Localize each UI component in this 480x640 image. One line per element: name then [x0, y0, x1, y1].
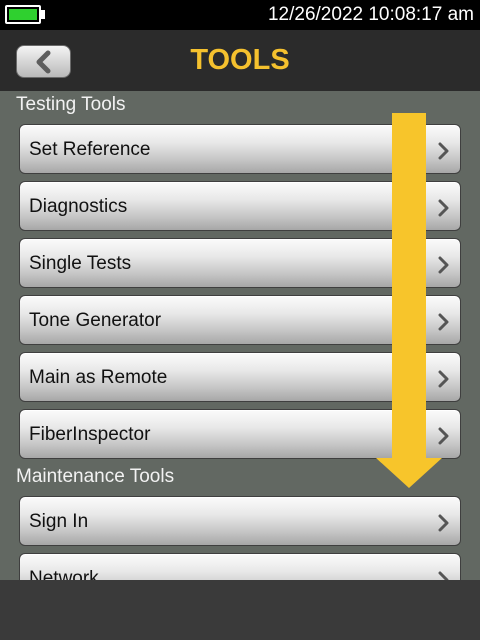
datetime: 12/26/2022 10:08:17 am: [267, 4, 474, 25]
battery-icon: [5, 5, 41, 24]
menu-item-label: Single Tests: [29, 253, 132, 274]
menu-item-label: FiberInspector: [29, 424, 151, 445]
chevron-right-icon: [438, 571, 449, 580]
page-title: TOOLS: [190, 44, 290, 76]
tools-list[interactable]: Testing Tools Set Reference Diagnostics …: [0, 91, 480, 580]
down-arrow-icon: [376, 113, 442, 488]
status-bar: 12/26/2022 10:08:17 am: [0, 0, 480, 30]
menu-item-label: Set Reference: [29, 139, 151, 160]
footer-bar: [0, 580, 480, 640]
menu-item-label: Sign In: [29, 511, 89, 532]
section-label-testing-tools: Testing Tools: [16, 94, 126, 115]
chevron-right-icon: [438, 514, 449, 532]
menu-item-label: Main as Remote: [29, 367, 168, 388]
menu-item-sign-in[interactable]: Sign In: [19, 496, 461, 546]
battery-cap: [41, 10, 45, 19]
menu-item-label: Network: [29, 568, 99, 580]
battery-fill: [9, 9, 37, 20]
menu-item-network[interactable]: Network: [19, 553, 461, 580]
header: TOOLS: [0, 30, 480, 91]
menu-item-label: Diagnostics: [29, 196, 128, 217]
section-label-maintenance-tools: Maintenance Tools: [16, 466, 175, 487]
menu-item-label: Tone Generator: [29, 310, 162, 331]
